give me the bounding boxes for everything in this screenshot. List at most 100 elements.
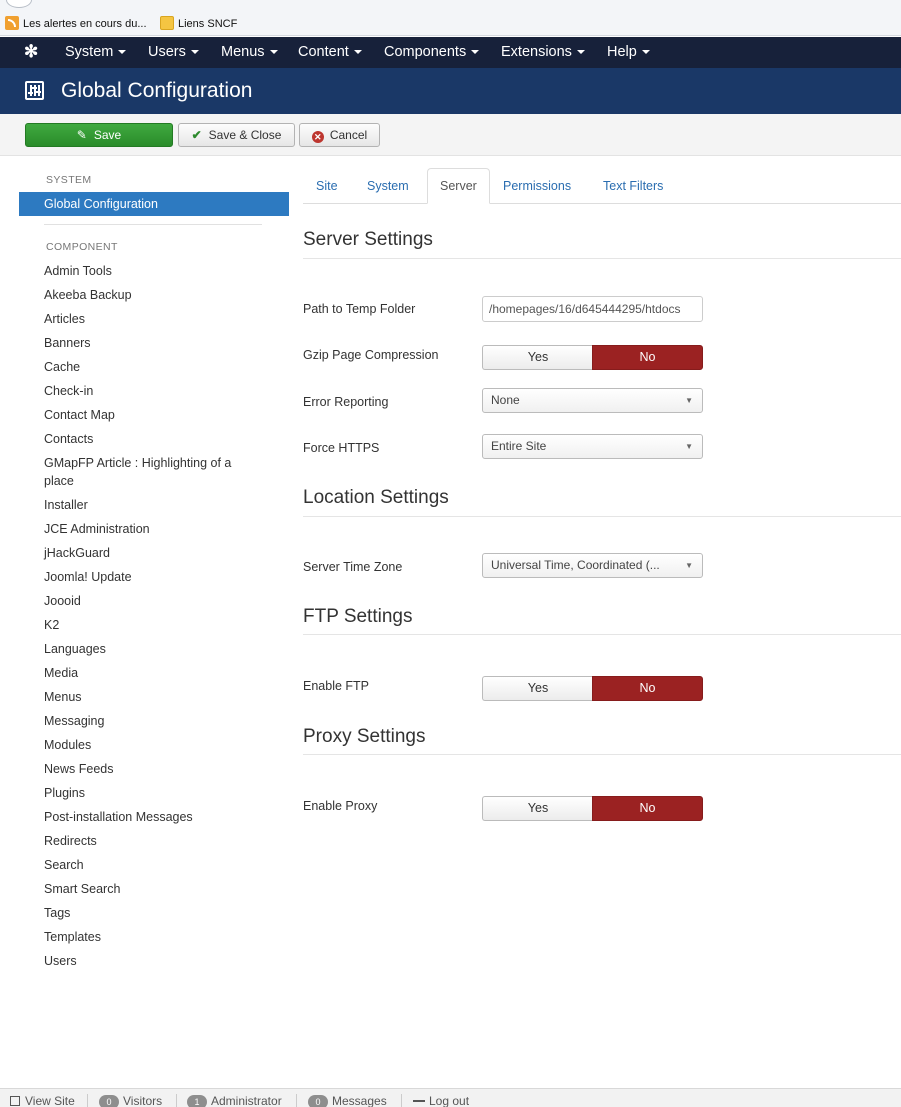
- edit-icon: ✎: [76, 128, 87, 142]
- proxy-yes-button[interactable]: Yes: [482, 796, 593, 821]
- sidebar-item[interactable]: Plugins: [44, 784, 274, 802]
- sidebar-item[interactable]: K2: [44, 616, 274, 634]
- select-value: Entire Site: [491, 439, 547, 453]
- sidebar-item[interactable]: Joomla! Update: [44, 568, 274, 586]
- save-close-button[interactable]: ✔ Save & Close: [178, 123, 295, 147]
- gzip-no-button[interactable]: No: [592, 345, 703, 370]
- section-title-server: Server Settings: [303, 229, 433, 250]
- logout-link[interactable]: Log out: [413, 1094, 469, 1107]
- error-reporting-select[interactable]: None ▼: [482, 388, 703, 413]
- menu-help[interactable]: Help: [607, 37, 650, 68]
- sidebar-item[interactable]: Installer: [44, 496, 274, 514]
- ftp-yes-button[interactable]: Yes: [482, 676, 593, 701]
- page-header: Global Configuration: [0, 68, 901, 114]
- save-button[interactable]: ✎ Save: [25, 123, 173, 147]
- sidebar-item[interactable]: Redirects: [44, 832, 274, 850]
- gzip-yes-button[interactable]: Yes: [482, 345, 593, 370]
- sidebar-item[interactable]: Templates: [44, 928, 274, 946]
- messages-link[interactable]: 0 Messages: [308, 1094, 387, 1107]
- menu-extensions[interactable]: Extensions: [501, 37, 585, 68]
- tab-server[interactable]: Server: [427, 168, 490, 204]
- tab-text-filters[interactable]: Text Filters: [603, 168, 663, 204]
- rss-icon: [5, 16, 19, 30]
- messages-badge: 0: [308, 1095, 328, 1107]
- sidebar-item[interactable]: Cache: [44, 358, 274, 376]
- bookmark-alertes[interactable]: Les alertes en cours du...: [5, 16, 147, 32]
- sidebar-item[interactable]: jHackGuard: [44, 544, 274, 562]
- sidebar-item[interactable]: Contacts: [44, 430, 274, 448]
- sidebar-item[interactable]: Contact Map: [44, 406, 274, 424]
- sidebar-item[interactable]: Menus: [44, 688, 274, 706]
- admin-badge: 1: [187, 1095, 207, 1107]
- sidebar-item[interactable]: Banners: [44, 334, 274, 352]
- sidebar-item[interactable]: Articles: [44, 310, 274, 328]
- tab-permissions[interactable]: Permissions: [503, 168, 571, 204]
- label-enable-proxy: Enable Proxy: [303, 799, 378, 813]
- sidebar-item[interactable]: Joooid: [44, 592, 274, 610]
- sidebar-item[interactable]: Check-in: [44, 382, 274, 400]
- ftp-toggle: Yes No: [482, 676, 703, 701]
- section-title-ftp: FTP Settings: [303, 606, 413, 627]
- status-divider: [401, 1094, 402, 1107]
- menu-content[interactable]: Content: [298, 37, 362, 68]
- bookmark-label: Liens SNCF: [178, 18, 238, 30]
- sidebar-item[interactable]: News Feeds: [44, 760, 274, 778]
- menu-components[interactable]: Components: [384, 37, 480, 68]
- label-gzip: Gzip Page Compression: [303, 348, 439, 362]
- menu-users[interactable]: Users: [148, 37, 199, 68]
- gzip-toggle: Yes No: [482, 345, 703, 370]
- joomla-icon[interactable]: ✻: [24, 43, 42, 61]
- sidebar-item[interactable]: GMapFP Article : Highlighting of a place: [44, 454, 259, 490]
- sidebar-item[interactable]: Akeeba Backup: [44, 286, 274, 304]
- sidebar-divider: [44, 224, 262, 225]
- config-tabs: Site System Server Permissions Text Filt…: [303, 168, 901, 204]
- view-site-link[interactable]: View Site: [10, 1094, 75, 1107]
- temp-path-input[interactable]: /homepages/16/d645444295/htdocs: [482, 296, 703, 322]
- section-title-proxy: Proxy Settings: [303, 726, 426, 747]
- visitors-badge: 0: [99, 1095, 119, 1107]
- toolbar: ✎ Save ✔ Save & Close ✕ Cancel: [0, 114, 901, 156]
- select-value: Universal Time, Coordinated (...: [491, 558, 660, 572]
- sidebar-item[interactable]: Post-installation Messages: [44, 808, 274, 826]
- sidebar-heading-system: SYSTEM: [46, 174, 92, 186]
- status-bar: View Site 0 Visitors 1 Administrator 0 Mess…: [0, 1088, 901, 1107]
- tab-site[interactable]: Site: [316, 168, 338, 204]
- tab-system[interactable]: System: [367, 168, 409, 204]
- menu-label: Extensions: [501, 44, 572, 60]
- save-close-label: Save & Close: [208, 128, 282, 142]
- ftp-no-button[interactable]: No: [592, 676, 703, 701]
- sidebar-item[interactable]: Modules: [44, 736, 274, 754]
- sidebar-item[interactable]: Users: [44, 952, 274, 970]
- sidebar-item-global-configuration[interactable]: Global Configuration: [19, 192, 289, 216]
- caret-down-icon: [353, 50, 362, 54]
- sidebar-item[interactable]: Media: [44, 664, 274, 682]
- status-divider: [176, 1094, 177, 1107]
- sidebar-item[interactable]: Smart Search: [44, 880, 274, 898]
- force-https-select[interactable]: Entire Site ▼: [482, 434, 703, 459]
- admin-label: Administrator: [211, 1094, 282, 1107]
- section-divider: [303, 634, 901, 635]
- bookmarks-bar: Les alertes en cours du... Liens SNCF: [0, 0, 901, 36]
- timezone-select[interactable]: Universal Time, Coordinated (... ▼: [482, 553, 703, 578]
- sidebar-heading-component: COMPONENT: [46, 241, 118, 253]
- visitors-label: Visitors: [123, 1094, 163, 1107]
- menu-system[interactable]: System: [65, 37, 127, 68]
- label-force-https: Force HTTPS: [303, 441, 380, 455]
- dropdown-arrow-icon: ▼: [685, 396, 693, 405]
- menu-label: Help: [607, 44, 637, 60]
- section-divider: [303, 258, 901, 259]
- caret-down-icon: [576, 50, 585, 54]
- menu-label: Menus: [221, 44, 265, 60]
- caret-down-icon: [641, 50, 650, 54]
- bookmark-liens-sncf[interactable]: Liens SNCF: [160, 16, 237, 32]
- sidebar-item[interactable]: Messaging: [44, 712, 274, 730]
- sidebar-item[interactable]: Tags: [44, 904, 274, 922]
- caret-down-icon: [118, 50, 127, 54]
- proxy-no-button[interactable]: No: [592, 796, 703, 821]
- menu-menus[interactable]: Menus: [221, 37, 278, 68]
- sidebar-item[interactable]: Admin Tools: [44, 262, 274, 280]
- sidebar-item[interactable]: Search: [44, 856, 274, 874]
- cancel-button[interactable]: ✕ Cancel: [299, 123, 380, 147]
- sidebar-item[interactable]: JCE Administration: [44, 520, 274, 538]
- sidebar-item[interactable]: Languages: [44, 640, 274, 658]
